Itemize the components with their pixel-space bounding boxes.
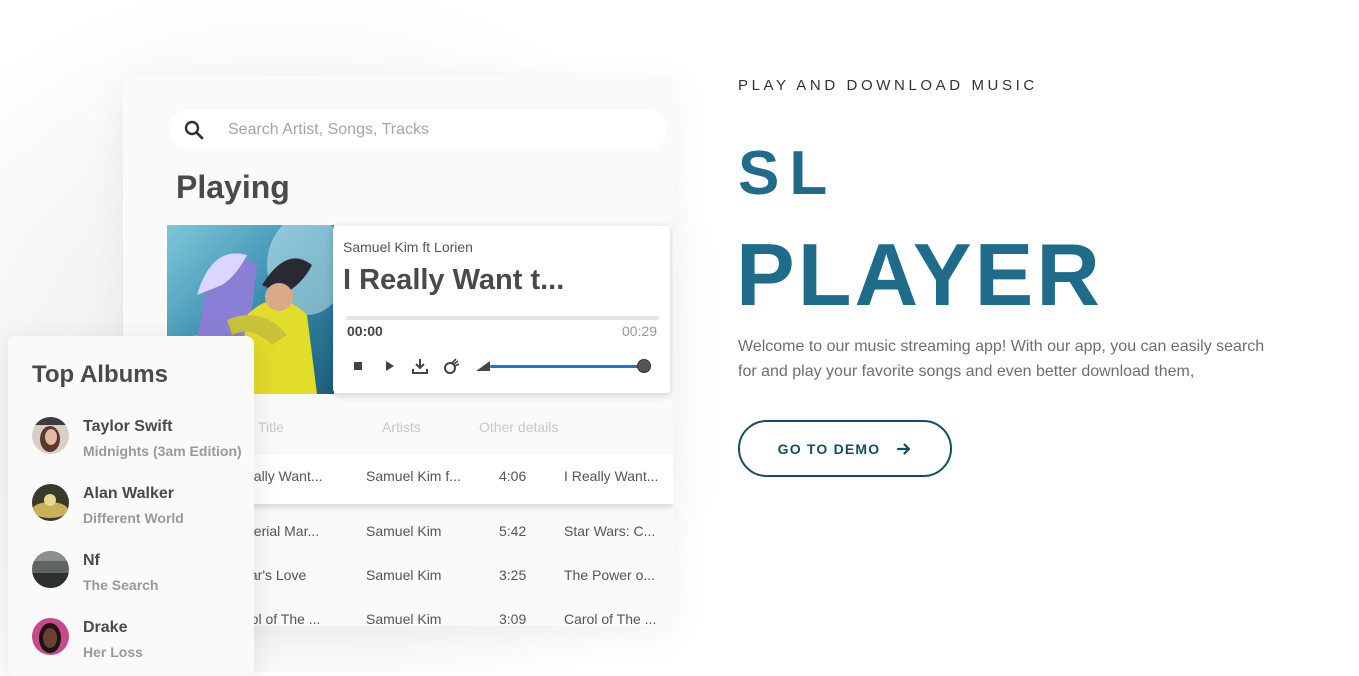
go-to-demo-label: GO TO DEMO (777, 440, 881, 457)
row-title: perial Mar... (246, 523, 320, 539)
avatar (32, 551, 69, 588)
playing-heading: Playing (176, 169, 290, 205)
row-title: rol of The ... (246, 611, 321, 626)
album-item-drake[interactable]: Drake Her Loss (32, 618, 252, 668)
search-icon (184, 120, 204, 140)
row-album: Star Wars: C... (564, 523, 656, 539)
row-artist: Samuel Kim (366, 567, 442, 583)
top-albums-heading: Top Albums (32, 361, 168, 388)
volume-icon (476, 361, 490, 371)
album-artist: Taylor Swift (83, 418, 173, 435)
progress-bar[interactable] (346, 316, 659, 320)
album-name: Midnights (3am Edition) (83, 443, 242, 459)
brand-name-line1: SL (738, 139, 838, 208)
row-album: The Power o... (564, 567, 656, 583)
now-playing-panel: Samuel Kim ft Lorien I Really Want t... … (333, 226, 670, 393)
row-album: I Really Want... (564, 468, 659, 484)
album-item-taylor-swift[interactable]: Taylor Swift Midnights (3am Edition) (32, 417, 252, 467)
album-name: Her Loss (83, 644, 143, 660)
now-playing-artist: Samuel Kim ft Lorien (343, 239, 473, 255)
play-icon[interactable] (380, 357, 398, 375)
volume-slider[interactable] (490, 365, 644, 368)
row-time: 4:06 (499, 468, 527, 484)
album-item-alan-walker[interactable]: Alan Walker Different World (32, 484, 252, 534)
stop-icon[interactable] (349, 357, 367, 375)
row-title: tar's Love (246, 567, 307, 583)
row-album: Carol of The ... (564, 611, 657, 626)
current-time: 00:00 (347, 323, 383, 339)
now-playing-title: I Really Want t... (343, 264, 565, 296)
hero-description: Welcome to our music streaming app! With… (738, 338, 1265, 380)
download-icon[interactable] (411, 357, 429, 375)
album-name: Different World (83, 510, 184, 526)
row-artist: Samuel Kim (366, 611, 442, 626)
album-artist: Drake (83, 619, 128, 636)
duration: 00:29 (621, 323, 657, 339)
column-header-other-details: Other details (479, 419, 559, 435)
avatar (32, 618, 69, 655)
column-header-title: Title (258, 419, 284, 435)
album-item-nf[interactable]: Nf The Search (32, 551, 252, 601)
album-artist: Nf (83, 552, 100, 569)
search-bar[interactable] (169, 110, 667, 150)
column-header-artists: Artists (382, 419, 421, 435)
avatar (32, 484, 69, 521)
row-time: 3:09 (499, 611, 527, 626)
hero-eyebrow: PLAY AND DOWNLOAD MUSIC (738, 77, 1038, 94)
top-albums-card: Top Albums Taylor Swift Midnights (3am E… (8, 336, 254, 676)
shuffle-icon[interactable] (442, 357, 460, 375)
go-to-demo-button[interactable]: GO TO DEMO (738, 420, 952, 477)
row-title: eally Want... (246, 468, 323, 484)
row-time: 5:42 (499, 523, 527, 539)
brand-name-line2: PLAYER (736, 225, 1103, 324)
row-artist: Samuel Kim (366, 523, 442, 539)
arrow-right-icon (897, 442, 911, 455)
album-name: The Search (83, 577, 159, 593)
search-input[interactable] (226, 120, 630, 140)
avatar (32, 417, 69, 454)
volume-slider-handle[interactable] (637, 359, 651, 373)
row-artist: Samuel Kim f... (366, 468, 461, 484)
album-artist: Alan Walker (83, 485, 174, 502)
row-time: 3:25 (499, 567, 527, 583)
